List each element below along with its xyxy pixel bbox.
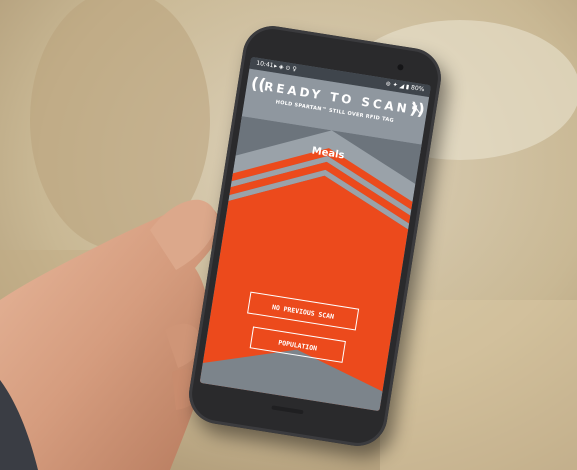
phone-bottom-speaker: [271, 405, 304, 415]
blurred-table: [380, 300, 577, 470]
phone-screen: 10:41 ▸ ◈ ⊙ ♀ ⊚ ✦ ◢ ▮ 80% (( READY TO SC…: [199, 56, 432, 412]
photo-scene: 10:41 ▸ ◈ ⊙ ♀ ⊚ ✦ ◢ ▮ 80% (( READY TO SC…: [0, 0, 577, 470]
sound-off-icon[interactable]: [411, 102, 422, 114]
front-camera: [397, 63, 404, 71]
